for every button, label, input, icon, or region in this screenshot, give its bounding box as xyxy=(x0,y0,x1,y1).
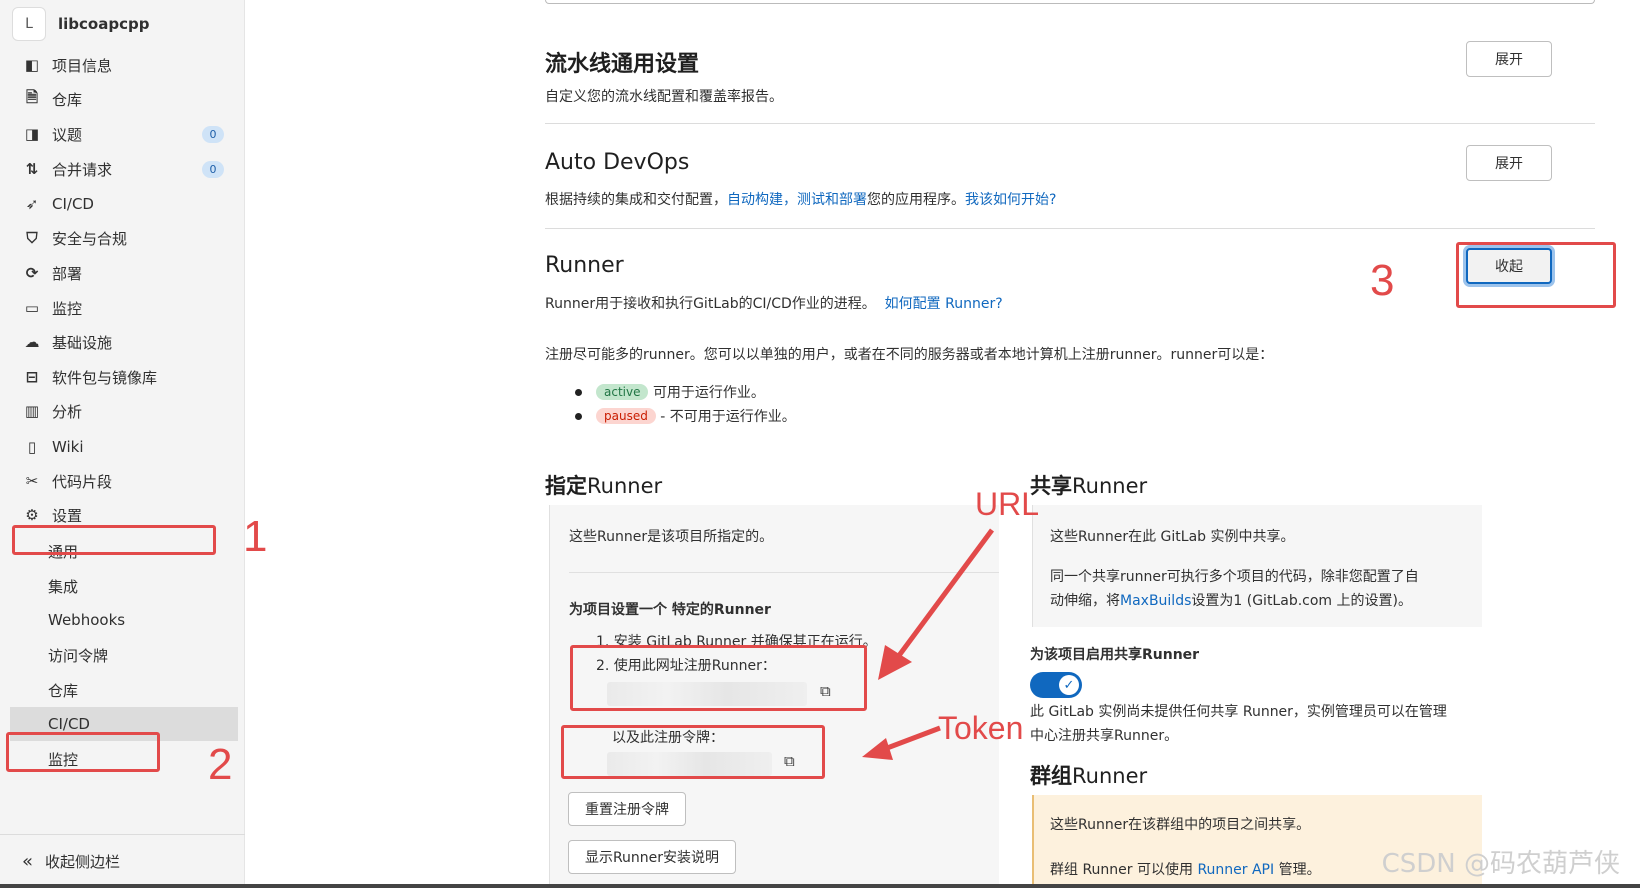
token-arrow-line xyxy=(881,725,941,753)
token-arrow-head xyxy=(862,738,893,760)
watermark: CSDN @码农葫芦侠 xyxy=(1381,849,1620,879)
url-arrow-head xyxy=(878,645,912,680)
url-arrow-line xyxy=(889,528,995,667)
annotation-arrows xyxy=(862,528,995,760)
window-bottom-edge xyxy=(0,884,1640,888)
